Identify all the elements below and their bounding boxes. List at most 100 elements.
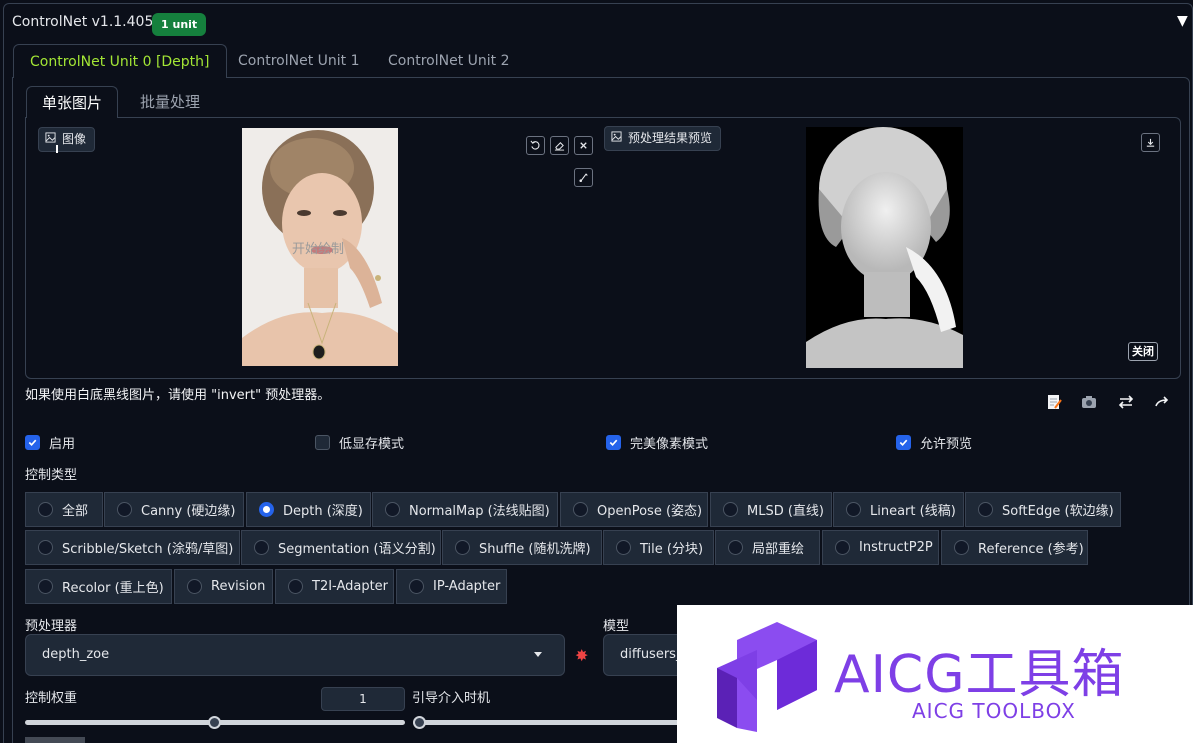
- radio-icon: [409, 579, 424, 594]
- checkbox-checked-icon: [25, 435, 40, 450]
- image-label-text: 图像: [62, 132, 87, 146]
- guidance-start-label: 引导介入时机: [412, 691, 491, 706]
- radio-label: InstructP2P: [859, 540, 933, 555]
- pixel-perfect-checkbox[interactable]: 完美像素模式: [606, 433, 708, 452]
- preprocessor-select[interactable]: depth_zoe: [25, 634, 565, 676]
- close-preview-button[interactable]: 关闭: [1128, 342, 1158, 361]
- allow-preview-checkbox[interactable]: 允许预览: [896, 433, 972, 452]
- radio-label: MLSD (直线): [747, 504, 824, 519]
- radio-label: Lineart (线稿): [870, 504, 956, 519]
- radio-normalmap[interactable]: NormalMap (法线贴图): [372, 492, 558, 527]
- radio-icon: [117, 502, 132, 517]
- camera-icon[interactable]: [1080, 393, 1098, 411]
- radio-label: IP-Adapter: [433, 579, 501, 594]
- cut-off-label: [25, 737, 85, 743]
- tab-batch[interactable]: 批量处理: [125, 86, 215, 118]
- radio-openpose[interactable]: OpenPose (姿态): [560, 492, 708, 527]
- low-vram-checkbox[interactable]: 低显存模式: [315, 433, 404, 452]
- radio-softedge[interactable]: SoftEdge (软边缘): [965, 492, 1121, 527]
- radio-tile[interactable]: Tile (分块): [603, 530, 714, 565]
- send-icon[interactable]: [1153, 393, 1171, 411]
- chevron-down-icon: [534, 652, 542, 657]
- radio-revision[interactable]: Revision: [174, 569, 273, 604]
- radio-mlsd[interactable]: MLSD (直线): [710, 492, 832, 527]
- tab-unit-1[interactable]: ControlNet Unit 1: [222, 44, 376, 78]
- edit-icon[interactable]: [1045, 393, 1063, 411]
- radio-selected-icon: [259, 502, 274, 517]
- radio-label: OpenPose (姿态): [597, 504, 703, 519]
- radio-icon: [954, 540, 969, 555]
- radio-icon: [38, 540, 53, 555]
- allow-preview-label: 允许预览: [920, 437, 973, 452]
- brush-icon[interactable]: [574, 168, 593, 187]
- image-icon: [45, 127, 56, 152]
- radio-segmentation[interactable]: Segmentation (语义分割): [241, 530, 441, 565]
- radio-recolor[interactable]: Recolor (重上色): [25, 569, 172, 604]
- radio-depth[interactable]: Depth (深度): [246, 492, 371, 527]
- radio-inpaint[interactable]: 局部重绘: [715, 530, 820, 565]
- tab-unit-2[interactable]: ControlNet Unit 2: [372, 44, 526, 78]
- radio-label: Recolor (重上色): [62, 581, 164, 596]
- radio-icon: [978, 502, 993, 517]
- watermark-subtitle: AICG TOOLBOX: [912, 699, 1076, 723]
- radio-label: Reference (参考): [978, 542, 1084, 557]
- radio-icon: [728, 540, 743, 555]
- radio-label: Canny (硬边缘): [141, 504, 236, 519]
- radio-label: 全部: [62, 504, 89, 519]
- radio-ip-adapter[interactable]: IP-Adapter: [396, 569, 507, 604]
- checkbox-checked-icon: [896, 435, 911, 450]
- guidance-start-slider-thumb[interactable]: [413, 716, 426, 729]
- tab-single-image[interactable]: 单张图片: [26, 86, 119, 118]
- radio-icon: [455, 540, 470, 555]
- radio-label: Scribble/Sketch (涂鸦/草图): [62, 542, 234, 557]
- watermark-title: AICG工具箱: [834, 645, 1125, 705]
- radio-t2i-adapter[interactable]: T2I-Adapter: [275, 569, 394, 604]
- radio-label: NormalMap (法线贴图): [409, 504, 550, 519]
- radio-icon: [254, 540, 269, 555]
- enable-label: 启用: [49, 437, 76, 452]
- close-icon[interactable]: [574, 136, 593, 155]
- radio-icon: [723, 502, 738, 517]
- guidance-start-slider[interactable]: [413, 720, 683, 725]
- radio-reference[interactable]: Reference (参考): [941, 530, 1088, 565]
- radio-all[interactable]: 全部: [25, 492, 103, 527]
- radio-icon: [187, 579, 202, 594]
- radio-label: SoftEdge (软边缘): [1002, 504, 1114, 519]
- control-type-label: 控制类型: [25, 468, 78, 483]
- unit-count-badge: 1 unit: [152, 13, 207, 36]
- text-cursor: [56, 145, 58, 153]
- preview-label: 预处理结果预览: [604, 126, 722, 151]
- explosion-icon[interactable]: ✸: [575, 646, 588, 665]
- watermark-logo: [717, 622, 817, 732]
- model-value: diffusers_: [620, 647, 683, 662]
- image-label: 图像: [38, 127, 96, 152]
- panel-title: ControlNet v1.1.405: [12, 14, 154, 30]
- image-icon: [611, 126, 622, 151]
- triangle-down-icon[interactable]: ▼: [1177, 13, 1188, 29]
- radio-label: 局部重绘: [752, 542, 805, 557]
- radio-icon: [385, 502, 400, 517]
- radio-lineart[interactable]: Lineart (线稿): [833, 492, 964, 527]
- radio-scribble[interactable]: Scribble/Sketch (涂鸦/草图): [25, 530, 240, 565]
- controlnet-panel: ControlNet v1.1.405 1 unit ▼ ControlNet …: [0, 0, 1193, 743]
- control-weight-slider-thumb[interactable]: [208, 716, 221, 729]
- depth-preview-image: [806, 127, 963, 368]
- eraser-icon[interactable]: [550, 136, 569, 155]
- control-weight-input[interactable]: 1: [321, 687, 405, 711]
- model-label: 模型: [603, 619, 630, 634]
- tab-unit-0[interactable]: ControlNet Unit 0 [Depth]: [13, 44, 227, 78]
- radio-icon: [38, 502, 53, 517]
- radio-icon: [288, 579, 303, 594]
- checkbox-checked-icon: [606, 435, 621, 450]
- undo-icon[interactable]: [526, 136, 545, 155]
- enable-checkbox[interactable]: 启用: [25, 433, 75, 452]
- swap-icon[interactable]: [1117, 393, 1135, 411]
- radio-shuffle[interactable]: Shuffle (随机洗牌): [442, 530, 602, 565]
- pixel-perfect-label: 完美像素模式: [630, 437, 709, 452]
- radio-icon: [573, 502, 588, 517]
- radio-instructp2p[interactable]: InstructP2P: [822, 530, 939, 565]
- radio-canny[interactable]: Canny (硬边缘): [104, 492, 244, 527]
- download-icon[interactable]: [1141, 133, 1160, 152]
- radio-label: Revision: [211, 579, 266, 594]
- radio-label: Shuffle (随机洗牌): [479, 542, 591, 557]
